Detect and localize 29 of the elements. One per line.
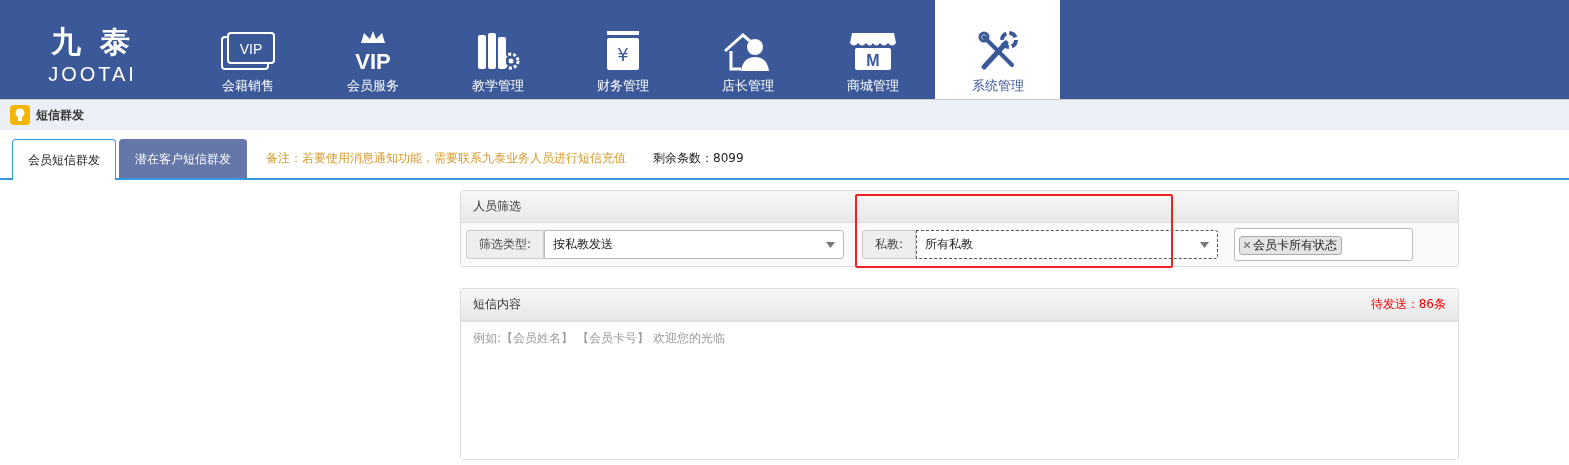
- nav-item[interactable]: ¥ 财务管理: [560, 0, 685, 99]
- filter-type-select[interactable]: 按私教发送: [544, 230, 845, 259]
- nav-item[interactable]: VIP 会员服务: [310, 0, 435, 99]
- tab[interactable]: 潜在客户短信群发: [119, 139, 247, 178]
- lightbulb-icon: [10, 105, 30, 125]
- caret-icon: [1200, 241, 1210, 248]
- caret-icon: [826, 241, 836, 248]
- coach-select[interactable]: 所有私教: [916, 230, 1219, 259]
- nav-item[interactable]: 店长管理: [685, 0, 810, 99]
- pending-count: 待发送：86条: [1370, 296, 1446, 313]
- nav-item[interactable]: 教学管理: [435, 0, 560, 99]
- panel-title: 短信内容: [473, 296, 521, 313]
- field-label: 私教:: [862, 230, 917, 259]
- tab[interactable]: 会员短信群发: [12, 139, 116, 180]
- nav-item[interactable]: 系统管理: [935, 0, 1060, 99]
- status-tag[interactable]: 会员卡所有状态: [1239, 235, 1343, 255]
- nav-item[interactable]: M 商城管理: [810, 0, 935, 99]
- logo-name: JOOTAI: [48, 62, 137, 86]
- field-label: 筛选类型:: [466, 230, 545, 259]
- status-tag-field[interactable]: 会员卡所有状态: [1234, 228, 1414, 261]
- message-field[interactable]: 例如:【会员姓名】 【会员卡号】 欢迎您的光临: [461, 321, 1458, 459]
- nav-item[interactable]: VIP 会籍销售: [185, 0, 310, 99]
- books-icon: [475, 31, 520, 71]
- remaining-count: 剩余条数：8099: [653, 149, 744, 167]
- panel-title: 人员筛选: [473, 198, 521, 215]
- logo-mark: 九 泰: [51, 22, 134, 61]
- remove-icon[interactable]: [1244, 242, 1251, 248]
- notice-text: 备注：若要使用消息通知功能，需要联系九泰业务人员进行短信充值: [266, 149, 626, 167]
- breadcrumb-title: 短信群发: [36, 106, 84, 124]
